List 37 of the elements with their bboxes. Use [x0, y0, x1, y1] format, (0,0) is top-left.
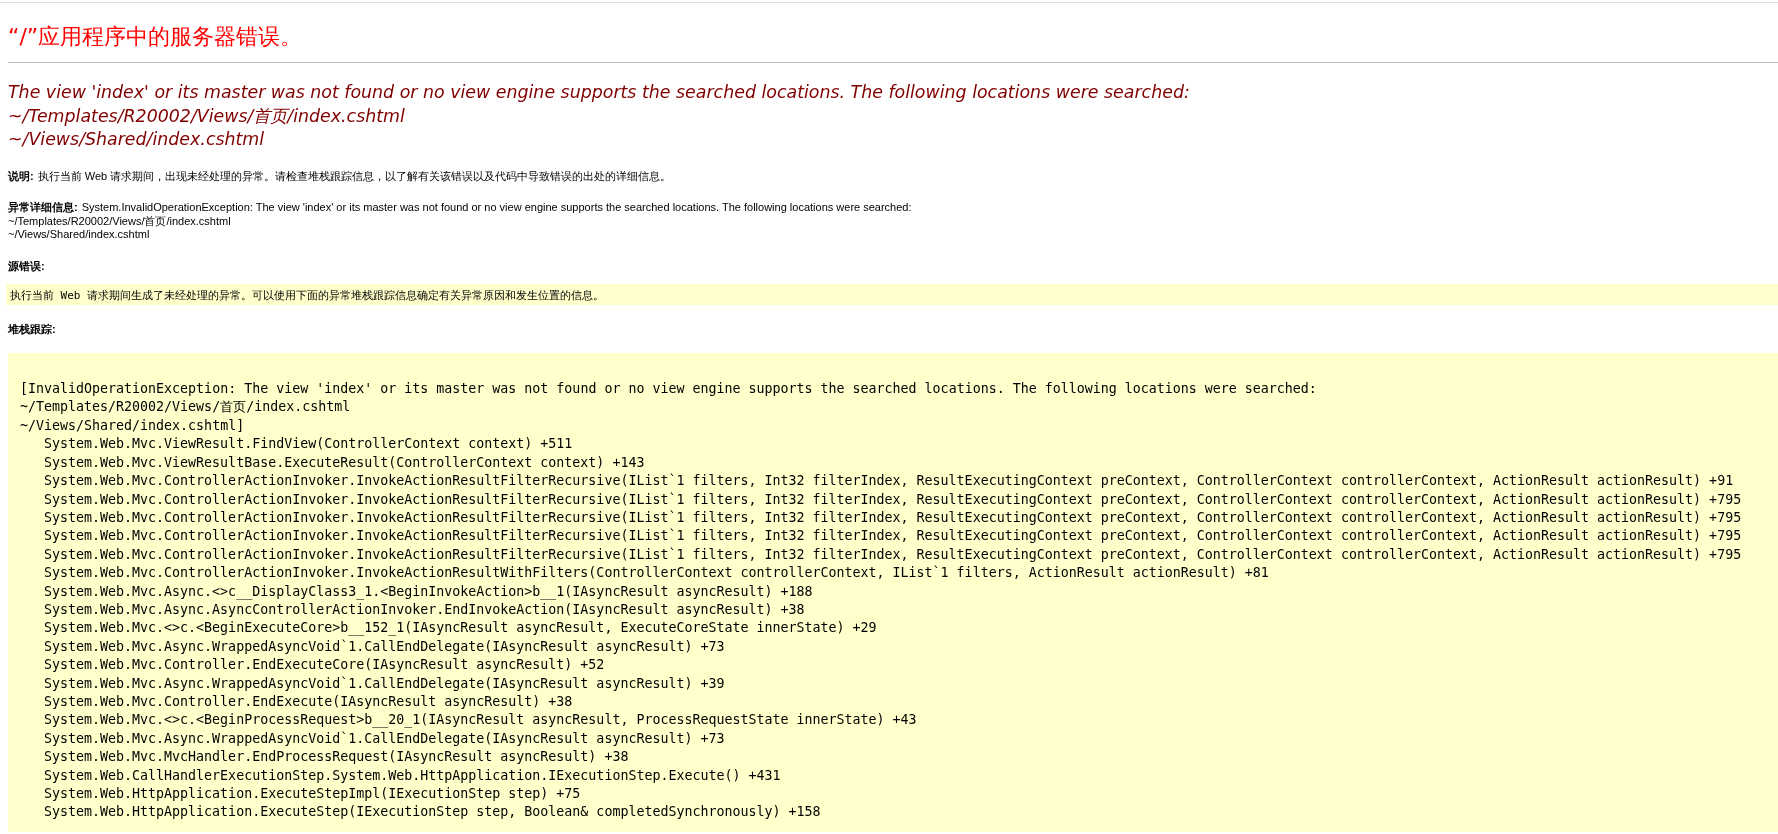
exception-line: [InvalidOperationException: The view 'index' or its master was not found or no view engine supports the searched locations. The following locations were searched:	[20, 380, 1317, 399]
stack-frame: System.Web.Mvc.ViewResultBase.ExecuteResult(ControllerContext context) +143	[44, 453, 645, 473]
stack-frame: System.Web.HttpApplication.ExecuteStepImpl(IExecutionStep step) +75	[44, 785, 581, 804]
exception-line: ~/Views/Shared/index.cshtml]	[20, 416, 245, 435]
stack-frame: System.Web.Mvc.Async.WrappedAsyncVoid`1.CallEndDelegate(IAsyncResult asyncResult) +39	[44, 674, 725, 693]
error-message: ~/Views/Shared/index.cshtml	[8, 128, 265, 151]
stack-frame: System.Web.Mvc.ControllerActionInvoker.InvokeActionResultFilterRecursive(IList`1 filters, Int32 filterIndex, ResultExecutingContext preContext, ControllerContext controllerContext, ActionResult actionResult) +91	[44, 472, 1734, 491]
error-message: ~/Templates/R20002/Views/首页/index.cshtml	[8, 104, 405, 128]
exception-text: System.InvalidOperationException: The view 'index' or its master was not found or no view engine supports the searched locations. The following locations were searched:	[81, 201, 912, 214]
stack-frame: System.Web.CallHandlerExecutionStep.System.Web.HttpApplication.IExecutionStep.Execute() +431	[44, 766, 781, 785]
stack-frame: System.Web.Mvc.Async.<>c__DisplayClass3_1.<BeginInvokeAction>b__1(IAsyncResult asyncResult) +188	[44, 582, 813, 601]
description-text: 执行当前 Web 请求期间，出现未经处理的异常。请检查堆栈跟踪信息，以了解有关该错误以及代码中导致错误的出处的详细信息。	[37, 169, 672, 182]
error-message: The view 'index' or its master was not found or no view engine supports the searched locations. The following locations were searched:	[8, 81, 1190, 104]
stack-frame: System.Web.Mvc.ControllerActionInvoker.InvokeActionResultFilterRecursive(IList`1 filters, Int32 filterIndex, ResultExecutingContext preContext, ControllerContext controllerContext, ActionResult actionResult) +795	[44, 490, 1742, 509]
stack-frame: System.Web.Mvc.Controller.EndExecute(IAsyncResult asyncResult) +38	[44, 692, 573, 712]
stack-frame: System.Web.Mvc.<>c.<BeginExecuteCore>b__152_1(IAsyncResult asyncResult, ExecuteCoreState innerState) +29	[44, 619, 877, 638]
stack-frame: System.Web.Mvc.ControllerActionInvoker.InvokeActionResultFilterRecursive(IList`1 filters, Int32 filterIndex, ResultExecutingContext preContext, ControllerContext controllerContext, ActionResult actionResult) +795	[44, 545, 1742, 565]
stack-frame: System.Web.Mvc.ControllerActionInvoker.InvokeActionResultFilterRecursive(IList`1 filters, Int32 filterIndex, ResultExecutingContext preContext, ControllerContext controllerContext, ActionResult actionResult) +795	[44, 527, 1742, 546]
stack-frame: System.Web.Mvc.Controller.EndExecuteCore(IAsyncResult asyncResult) +52	[44, 656, 605, 675]
description-label: 说明:	[8, 169, 34, 182]
stack-trace-label: 堆栈跟踪:	[8, 323, 56, 336]
stack-frame: System.Web.Mvc.ViewResult.FindView(ControllerContext context) +511	[44, 435, 573, 454]
exception-text: ~/Views/Shared/index.cshtml	[8, 228, 150, 241]
exception-label: 异常详细信息:	[8, 201, 78, 214]
stack-frame: System.Web.Mvc.ControllerActionInvoker.InvokeActionResultWithFilters(ControllerContext controllerContext, IList`1 filters, ActionResult actionResult) +81	[44, 564, 1269, 583]
stack-frame: System.Web.Mvc.Async.AsyncControllerActionInvoker.EndInvokeAction(IAsyncResult asyncResult) +38	[44, 600, 805, 620]
source-error-message: 执行当前 Web 请求期间生成了未经处理的异常。可以使用下面的异常堆栈跟踪信息确定有关异常原因和发生位置的信息。	[10, 289, 605, 303]
source-error-label: 源错误:	[8, 259, 45, 272]
exception-text: ~/Templates/R20002/Views/首页/index.cshtml	[8, 214, 231, 227]
stack-frame: System.Web.HttpApplication.ExecuteStep(IExecutionStep step, Boolean& completedSynchronously) +158	[44, 803, 821, 822]
stack-frame: System.Web.Mvc.Async.WrappedAsyncVoid`1.CallEndDelegate(IAsyncResult asyncResult) +73	[44, 729, 725, 749]
stack-frame: System.Web.Mvc.Async.WrappedAsyncVoid`1.CallEndDelegate(IAsyncResult asyncResult) +73	[44, 637, 725, 657]
page-title: “/”应用程序中的服务器错误。	[8, 24, 304, 50]
exception-line: ~/Templates/R20002/Views/首页/index.cshtml	[20, 398, 351, 417]
stack-frame: System.Web.Mvc.ControllerActionInvoker.InvokeActionResultFilterRecursive(IList`1 filters, Int32 filterIndex, ResultExecutingContext preContext, ControllerContext controllerContext, ActionResult actionResult) +795	[44, 508, 1742, 528]
stack-frame: System.Web.Mvc.MvcHandler.EndProcessRequest(IAsyncResult asyncResult) +38	[44, 748, 629, 767]
stack-frame: System.Web.Mvc.<>c.<BeginProcessRequest>b__20_1(IAsyncResult asyncResult, ProcessRequestState innerState) +43	[44, 711, 917, 730]
